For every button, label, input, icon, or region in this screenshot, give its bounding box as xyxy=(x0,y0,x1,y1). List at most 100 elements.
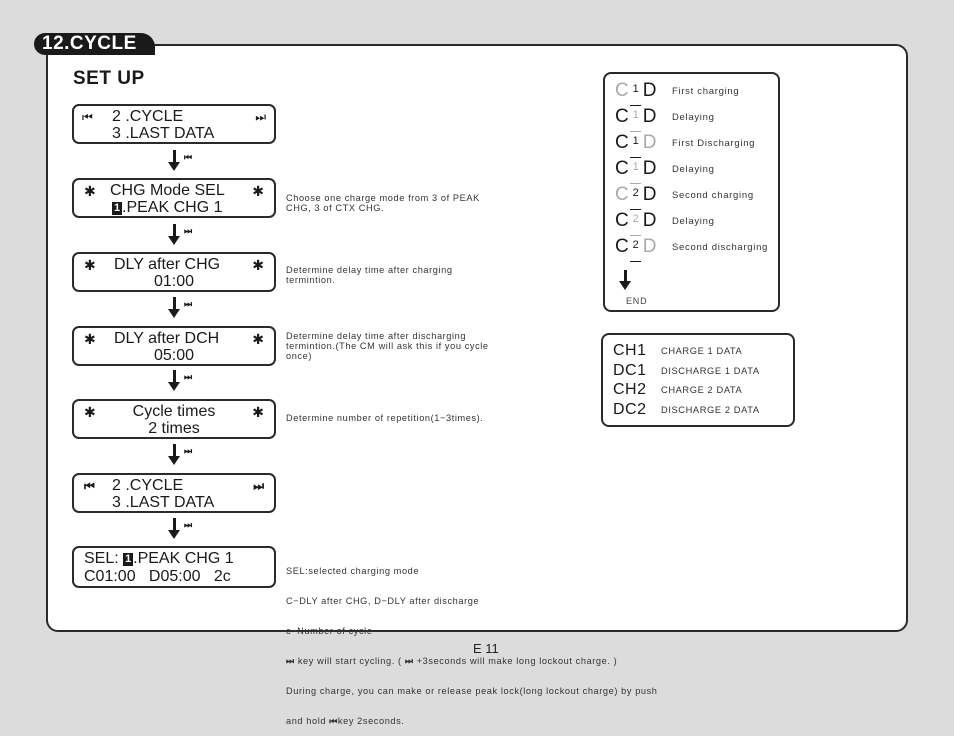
cycle-step: C 2 D Delaying xyxy=(615,210,785,236)
data-label: CHARGE 1 DATA xyxy=(661,346,743,356)
lcd-line1: CHG Mode SEL xyxy=(110,182,225,199)
lcd-line2: 3 .LAST DATA xyxy=(112,494,215,511)
lcd-line2: 01:00 xyxy=(153,273,195,290)
cycle-step: C 1 D Delaying xyxy=(615,106,785,132)
cycle-step-label: First charging xyxy=(672,86,740,97)
data-legend-box: CH1 CHARGE 1 DATA DC1 DISCHARGE 1 DATA CH2 CH… xyxy=(601,333,795,427)
data-legend-row: CH2 CHARGE 2 DATA xyxy=(613,380,793,399)
lcd-line1: 2 .CYCLE xyxy=(112,477,184,494)
lcd-line1: DLY after CHG xyxy=(114,256,221,273)
cycle-step: C 2 D Second discharging xyxy=(615,236,785,262)
asterisk-icon: ✱ xyxy=(84,331,96,347)
flow-arrow: ⏭ xyxy=(167,370,197,392)
cycle-step-symbol: C1D xyxy=(615,106,657,132)
data-label: DISCHARGE 2 DATA xyxy=(661,404,760,415)
description-summary: SEL:selected charging mode C−DLY after C… xyxy=(286,566,658,726)
cycle-step-symbol: C2D xyxy=(615,184,657,210)
skip-back-icon: ⏮ xyxy=(82,110,93,124)
cycle-step-label: Delaying xyxy=(672,112,715,123)
skip-back-icon: ⏮ xyxy=(329,716,338,726)
cycle-step-symbol: C2D xyxy=(615,236,657,262)
cycle-step-label: Delaying xyxy=(672,164,715,175)
skip-forward-icon: ⏭ xyxy=(253,479,264,493)
data-code: CH1 xyxy=(613,342,647,359)
asterisk-icon: ✱ xyxy=(84,183,96,199)
down-arrow-icon xyxy=(168,236,180,245)
lcd-screen-menu: ⏮ 2 .CYCLE ⏭ 3 .LAST DATA xyxy=(72,104,276,144)
cycle-sequence-box: C 1 D First charging C 1 D Delaying C 1 D First Dis… xyxy=(603,72,780,312)
cycle-step: C 1 D First charging xyxy=(615,80,785,106)
data-legend-row: CH1 CHARGE 1 DATA xyxy=(613,341,793,360)
down-arrow-icon xyxy=(168,530,180,539)
skip-forward-icon: ⏭ xyxy=(184,446,193,456)
cycle-step-label: Second discharging xyxy=(672,242,769,253)
data-code: DC2 xyxy=(613,400,647,418)
page-number: E 11 xyxy=(473,641,499,656)
lcd-screen-dly-dch: ✱ DLY after DCH ✱ 05:00 xyxy=(72,326,276,366)
mode-number-badge: 1 xyxy=(112,202,122,215)
flow-arrow: ⏮ xyxy=(167,150,197,172)
flow-arrow: ⏭ xyxy=(167,444,197,466)
description-dly-dch: Determine delay time after discharging te… xyxy=(286,331,489,361)
skip-back-icon: ⏮ xyxy=(84,479,95,493)
skip-back-icon: ⏮ xyxy=(184,152,193,162)
skip-forward-icon: ⏭ xyxy=(184,372,193,382)
lcd-screen-menu-return: ⏮ 2 .CYCLE ⏭ 3 .LAST DATA xyxy=(72,473,276,513)
data-label: CHARGE 2 DATA xyxy=(661,385,743,395)
asterisk-icon: ✱ xyxy=(252,404,264,420)
data-legend-row: DC2 DISCHARGE 2 DATA xyxy=(613,400,793,419)
data-code: CH2 xyxy=(613,381,647,398)
description-dly-chg: Determine delay time after charging termi… xyxy=(286,265,453,285)
lcd-line2: C01:00 D05:00 2c xyxy=(84,568,231,585)
cycle-step: C 1 D Delaying xyxy=(615,158,785,184)
end-label: END xyxy=(626,296,648,306)
cycle-step: C 2 D Second charging xyxy=(615,184,785,210)
cycle-step: C 1 D First Discharging xyxy=(615,132,785,158)
sel-prefix: SEL: xyxy=(84,550,119,567)
asterisk-icon: ✱ xyxy=(84,257,96,273)
mode-number-badge: 1 xyxy=(123,553,134,566)
lcd-screen-chg-mode: ✱ CHG Mode SEL ✱ 1 .PEAK CHG 1 xyxy=(72,178,276,218)
skip-forward-icon: ⏭ xyxy=(184,520,193,530)
asterisk-icon: ✱ xyxy=(252,257,264,273)
description-cycle-times: Determine number of repetition(1−3times)… xyxy=(286,413,484,423)
down-arrow-icon xyxy=(168,456,180,465)
asterisk-icon: ✱ xyxy=(252,183,264,199)
lcd-line1: 2 .CYCLE xyxy=(112,108,184,125)
lcd-line2: 2 times xyxy=(148,420,200,437)
lcd-screen-cycle-times: ✱ Cycle times ✱ 2 times xyxy=(72,399,276,439)
lcd-screen-dly-chg: ✱ DLY after CHG ✱ 01:00 xyxy=(72,252,276,292)
lcd-line1: Cycle times xyxy=(132,403,216,420)
data-legend-row: DC1 DISCHARGE 1 DATA xyxy=(613,361,793,380)
cycle-step-label: First Discharging xyxy=(672,138,756,149)
skip-forward-icon: ⏭ xyxy=(184,226,193,236)
skip-forward-icon: ⏭ xyxy=(184,299,193,309)
down-arrow-icon xyxy=(619,270,633,290)
section-title: 12.CYCLE xyxy=(34,33,155,55)
cycle-step-label: Second charging xyxy=(672,190,754,201)
cycle-step-symbol: C1D xyxy=(615,158,657,184)
skip-forward-icon: ⏭ xyxy=(286,656,295,666)
lcd-line1: DLY after DCH xyxy=(114,330,220,347)
lcd-line2: 05:00 xyxy=(153,347,195,364)
lcd-line2: 3 .LAST DATA xyxy=(112,125,215,142)
description-chg-mode: Choose one charge mode from 3 of PEAK CHG… xyxy=(286,193,480,213)
flow-arrow: ⏭ xyxy=(167,297,197,319)
down-arrow-icon xyxy=(168,382,180,391)
cycle-step-symbol: C1D xyxy=(615,132,657,158)
cycle-step-label: Delaying xyxy=(672,216,715,227)
asterisk-icon: ✱ xyxy=(252,331,264,347)
setup-heading: SET UP xyxy=(73,68,145,89)
down-arrow-icon xyxy=(168,162,180,171)
lcd-line2: .PEAK CHG 1 xyxy=(122,199,223,216)
cycle-step-symbol: C2D xyxy=(615,210,657,236)
skip-forward-icon: ⏭ xyxy=(255,110,266,124)
data-code: DC1 xyxy=(613,361,647,379)
flow-arrow: ⏭ xyxy=(167,224,197,246)
lcd-screen-summary: SEL: 1 .PEAK CHG 1 C01:00 D05:00 2c xyxy=(72,546,276,588)
skip-forward-icon: ⏭ xyxy=(404,656,414,666)
lcd-line1: .PEAK CHG 1 xyxy=(133,550,234,567)
data-label: DISCHARGE 1 DATA xyxy=(661,365,760,376)
down-arrow-icon xyxy=(168,309,180,318)
cycle-step-symbol: C1D xyxy=(615,80,657,106)
